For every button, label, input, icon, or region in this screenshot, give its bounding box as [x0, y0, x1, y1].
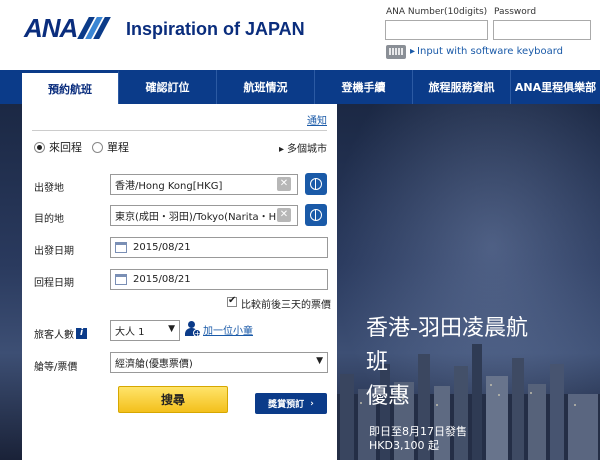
promo-subtitle: 即日至8月17日發售 HKD3,100 起	[369, 425, 467, 453]
calendar-icon[interactable]	[115, 242, 127, 253]
tab-mileage-club[interactable]: ANA里程俱樂部	[511, 70, 600, 104]
tab-flight-status[interactable]: 航班情況	[217, 70, 315, 104]
promo-sale-period: 即日至8月17日發售	[369, 425, 467, 438]
promo-title-line: 班	[366, 350, 389, 375]
chevron-down-icon: ▼	[168, 324, 175, 334]
origin-label: 出發地	[34, 183, 64, 194]
clear-origin-icon[interactable]: ✕	[277, 177, 291, 191]
destination-input[interactable]: 東京(成田・羽田)/Tokyo(Narita・H···	[110, 205, 298, 226]
tab-travel-info[interactable]: 旅程服務資訊	[413, 70, 511, 104]
compare-fares-checkbox[interactable]	[227, 295, 237, 307]
promo-title-line: 優惠	[366, 384, 411, 409]
logo-stripes-icon	[77, 17, 112, 39]
award-booking-button[interactable]: 獎賞預訂 ›	[255, 393, 327, 414]
cabin-label: 艙等/票價	[34, 362, 78, 373]
return-date-label: 回程日期	[34, 278, 74, 289]
destination-label: 目的地	[34, 214, 64, 225]
depart-date-value: 2015/08/21	[133, 242, 191, 253]
main-nav: 預約航班 確認訂位 航班情況 登機手續 旅程服務資訊 ANA里程俱樂部	[0, 70, 600, 104]
round-trip-label[interactable]: 來回程	[49, 139, 82, 155]
ana-logo[interactable]: ANA	[24, 12, 112, 43]
tab-book-flight[interactable]: 預約航班	[22, 70, 119, 104]
return-date-input[interactable]: 2015/08/21	[110, 269, 328, 290]
search-button[interactable]: 搜尋	[118, 386, 228, 413]
one-way-radio[interactable]	[92, 141, 103, 153]
one-way-label[interactable]: 單程	[107, 139, 129, 155]
ana-number-label: ANA Number(10digits)	[386, 7, 488, 17]
software-keyboard-link[interactable]: Input with software keyboard	[410, 46, 563, 57]
passengers-select[interactable]: 大人 1 ▼	[110, 320, 180, 341]
promo-title-line: 香港-羽田凌晨航	[366, 316, 528, 341]
passengers-value: 大人 1	[115, 327, 145, 338]
divider	[32, 130, 327, 131]
passengers-label: 旅客人數	[34, 330, 74, 341]
add-child-link[interactable]: + 加一位小童	[184, 321, 253, 338]
info-icon[interactable]: i	[76, 328, 87, 339]
promo-title: 香港-羽田凌晨航 班 優惠	[366, 312, 528, 414]
trip-type-group: 來回程 單程	[34, 139, 129, 155]
passengers-label-wrap: 旅客人數 i	[34, 326, 87, 341]
return-date-value: 2015/08/21	[133, 274, 191, 285]
depart-date-input[interactable]: 2015/08/21	[110, 237, 328, 258]
depart-date-label: 出發日期	[34, 246, 74, 257]
award-booking-label: 獎賞預訂	[268, 400, 305, 410]
keyboard-icon[interactable]	[386, 45, 406, 59]
add-person-icon: +	[184, 321, 201, 338]
tab-manage-booking[interactable]: 確認訂位	[119, 70, 217, 104]
calendar-icon[interactable]	[115, 274, 127, 285]
notice-link[interactable]: 通知	[307, 112, 327, 127]
origin-input[interactable]: 香港/Hong Kong[HKG]	[110, 174, 298, 195]
clear-destination-icon[interactable]: ✕	[277, 208, 291, 222]
cabin-select[interactable]: 經濟艙(優惠票價) ▼	[110, 352, 328, 373]
password-label: Password	[494, 7, 537, 17]
add-child-label: 加一位小童	[203, 325, 253, 337]
compare-fares-label[interactable]: 比較前後三天的票價	[241, 296, 331, 311]
multi-city-link[interactable]: 多個城市	[279, 140, 327, 155]
round-trip-radio[interactable]	[34, 141, 45, 153]
booking-panel: 通知 來回程 單程 多個城市 出發地 香港/Hong Kong[HKG] ✕ 目…	[22, 104, 337, 460]
tab-check-in[interactable]: 登機手續	[315, 70, 413, 104]
password-input[interactable]	[493, 20, 591, 40]
site-tagline: Inspiration of JAPAN	[126, 19, 305, 39]
globe-icon[interactable]	[305, 204, 327, 226]
globe-icon[interactable]	[305, 173, 327, 195]
chevron-down-icon: ▼	[316, 356, 323, 366]
ana-number-input[interactable]	[385, 20, 488, 40]
chevron-right-icon: ›	[310, 398, 314, 409]
logo-text: ANA	[24, 12, 78, 43]
promo-price: HKD3,100 起	[369, 439, 439, 452]
site-header: ANA Inspiration of JAPAN ANA Number(10di…	[0, 0, 600, 70]
cabin-value: 經濟艙(優惠票價)	[115, 359, 193, 370]
